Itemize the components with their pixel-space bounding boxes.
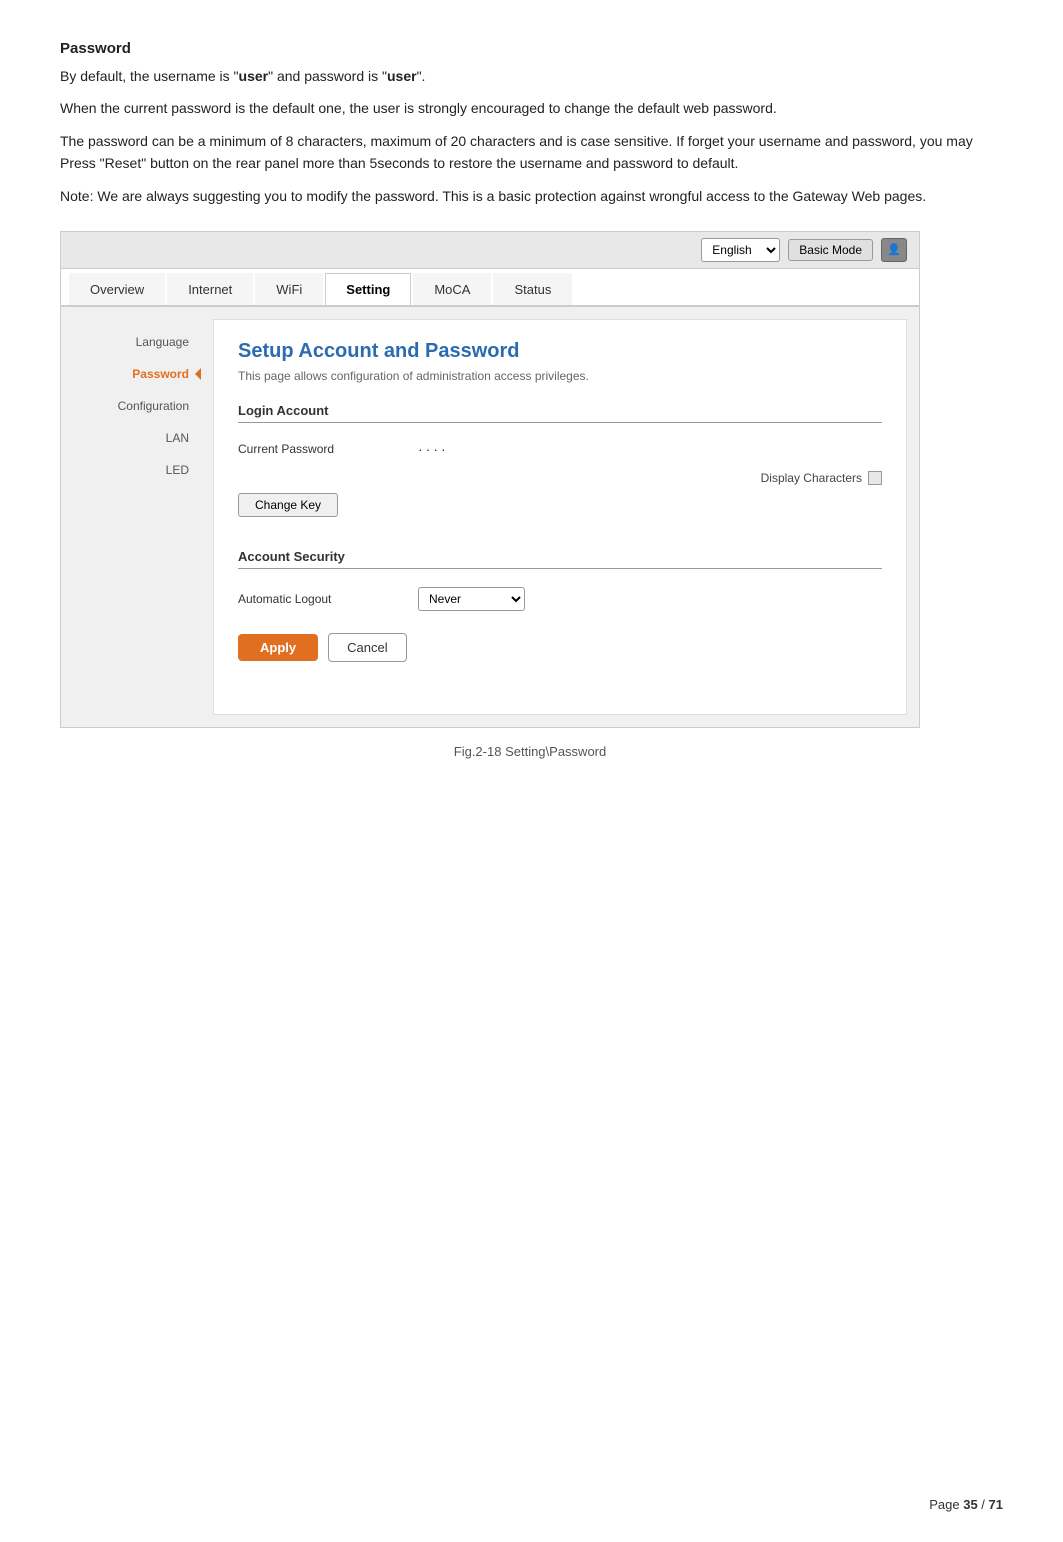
nav-tabs: Overview Internet WiFi Setting MoCA Stat… <box>61 269 919 307</box>
main-area: Language Password Configuration LAN LED … <box>61 307 919 727</box>
content-panel: Setup Account and Password This page all… <box>213 319 907 715</box>
login-account-section-header: Login Account <box>238 403 882 423</box>
language-select[interactable]: English Chinese <box>701 238 780 262</box>
sidebar-item-password[interactable]: Password <box>61 359 201 389</box>
current-password-label: Current Password <box>238 442 418 456</box>
action-row: Apply Cancel <box>238 633 882 662</box>
router-ui-screenshot: English Chinese Basic Mode 👤 Overview In… <box>60 231 920 728</box>
sidebar-item-language[interactable]: Language <box>61 327 201 357</box>
total-pages: 71 <box>989 1497 1003 1512</box>
top-bar: English Chinese Basic Mode 👤 <box>61 232 919 269</box>
display-chars-label: Display Characters <box>761 471 862 485</box>
panel-subtitle: This page allows configuration of admini… <box>238 369 882 383</box>
current-password-row: Current Password ···· <box>238 437 882 461</box>
user-icon-button[interactable]: 👤 <box>881 238 907 262</box>
display-chars-row: Display Characters <box>238 471 882 485</box>
tab-wifi[interactable]: WiFi <box>255 273 323 305</box>
display-chars-checkbox[interactable] <box>868 471 882 485</box>
panel-title: Setup Account and Password <box>238 340 882 363</box>
paragraph-3: The password can be a minimum of 8 chara… <box>60 130 1000 175</box>
paragraph-1: By default, the username is "user" and p… <box>60 65 1000 87</box>
sidebar-item-configuration[interactable]: Configuration <box>61 391 201 421</box>
sidebar-item-lan[interactable]: LAN <box>61 423 201 453</box>
cancel-button[interactable]: Cancel <box>328 633 406 662</box>
auto-logout-select[interactable]: Never 5 minutes 10 minutes 30 minutes <box>418 587 525 611</box>
section-title: Password <box>60 40 1000 57</box>
account-security-section-header: Account Security <box>238 549 882 569</box>
user-icon: 👤 <box>887 243 901 256</box>
paragraph-4: Note: We are always suggesting you to mo… <box>60 185 1000 207</box>
tab-internet[interactable]: Internet <box>167 273 253 305</box>
sidebar: Language Password Configuration LAN LED <box>61 307 201 727</box>
sidebar-item-led[interactable]: LED <box>61 455 201 485</box>
tab-overview[interactable]: Overview <box>69 273 165 305</box>
figure-caption: Fig.2-18 Setting\Password <box>60 744 1000 759</box>
paragraph-2: When the current password is the default… <box>60 97 1000 119</box>
tab-setting[interactable]: Setting <box>325 273 411 305</box>
page-footer: Page 35 / 71 <box>929 1497 1003 1512</box>
auto-logout-label: Automatic Logout <box>238 592 418 606</box>
auto-logout-row: Automatic Logout Never 5 minutes 10 minu… <box>238 583 882 615</box>
basic-mode-button[interactable]: Basic Mode <box>788 239 873 261</box>
tab-status[interactable]: Status <box>493 273 572 305</box>
current-password-value: ···· <box>418 441 449 457</box>
current-page: 35 <box>963 1497 977 1512</box>
apply-button[interactable]: Apply <box>238 634 318 661</box>
tab-moca[interactable]: MoCA <box>413 273 491 305</box>
change-key-button[interactable]: Change Key <box>238 493 338 517</box>
